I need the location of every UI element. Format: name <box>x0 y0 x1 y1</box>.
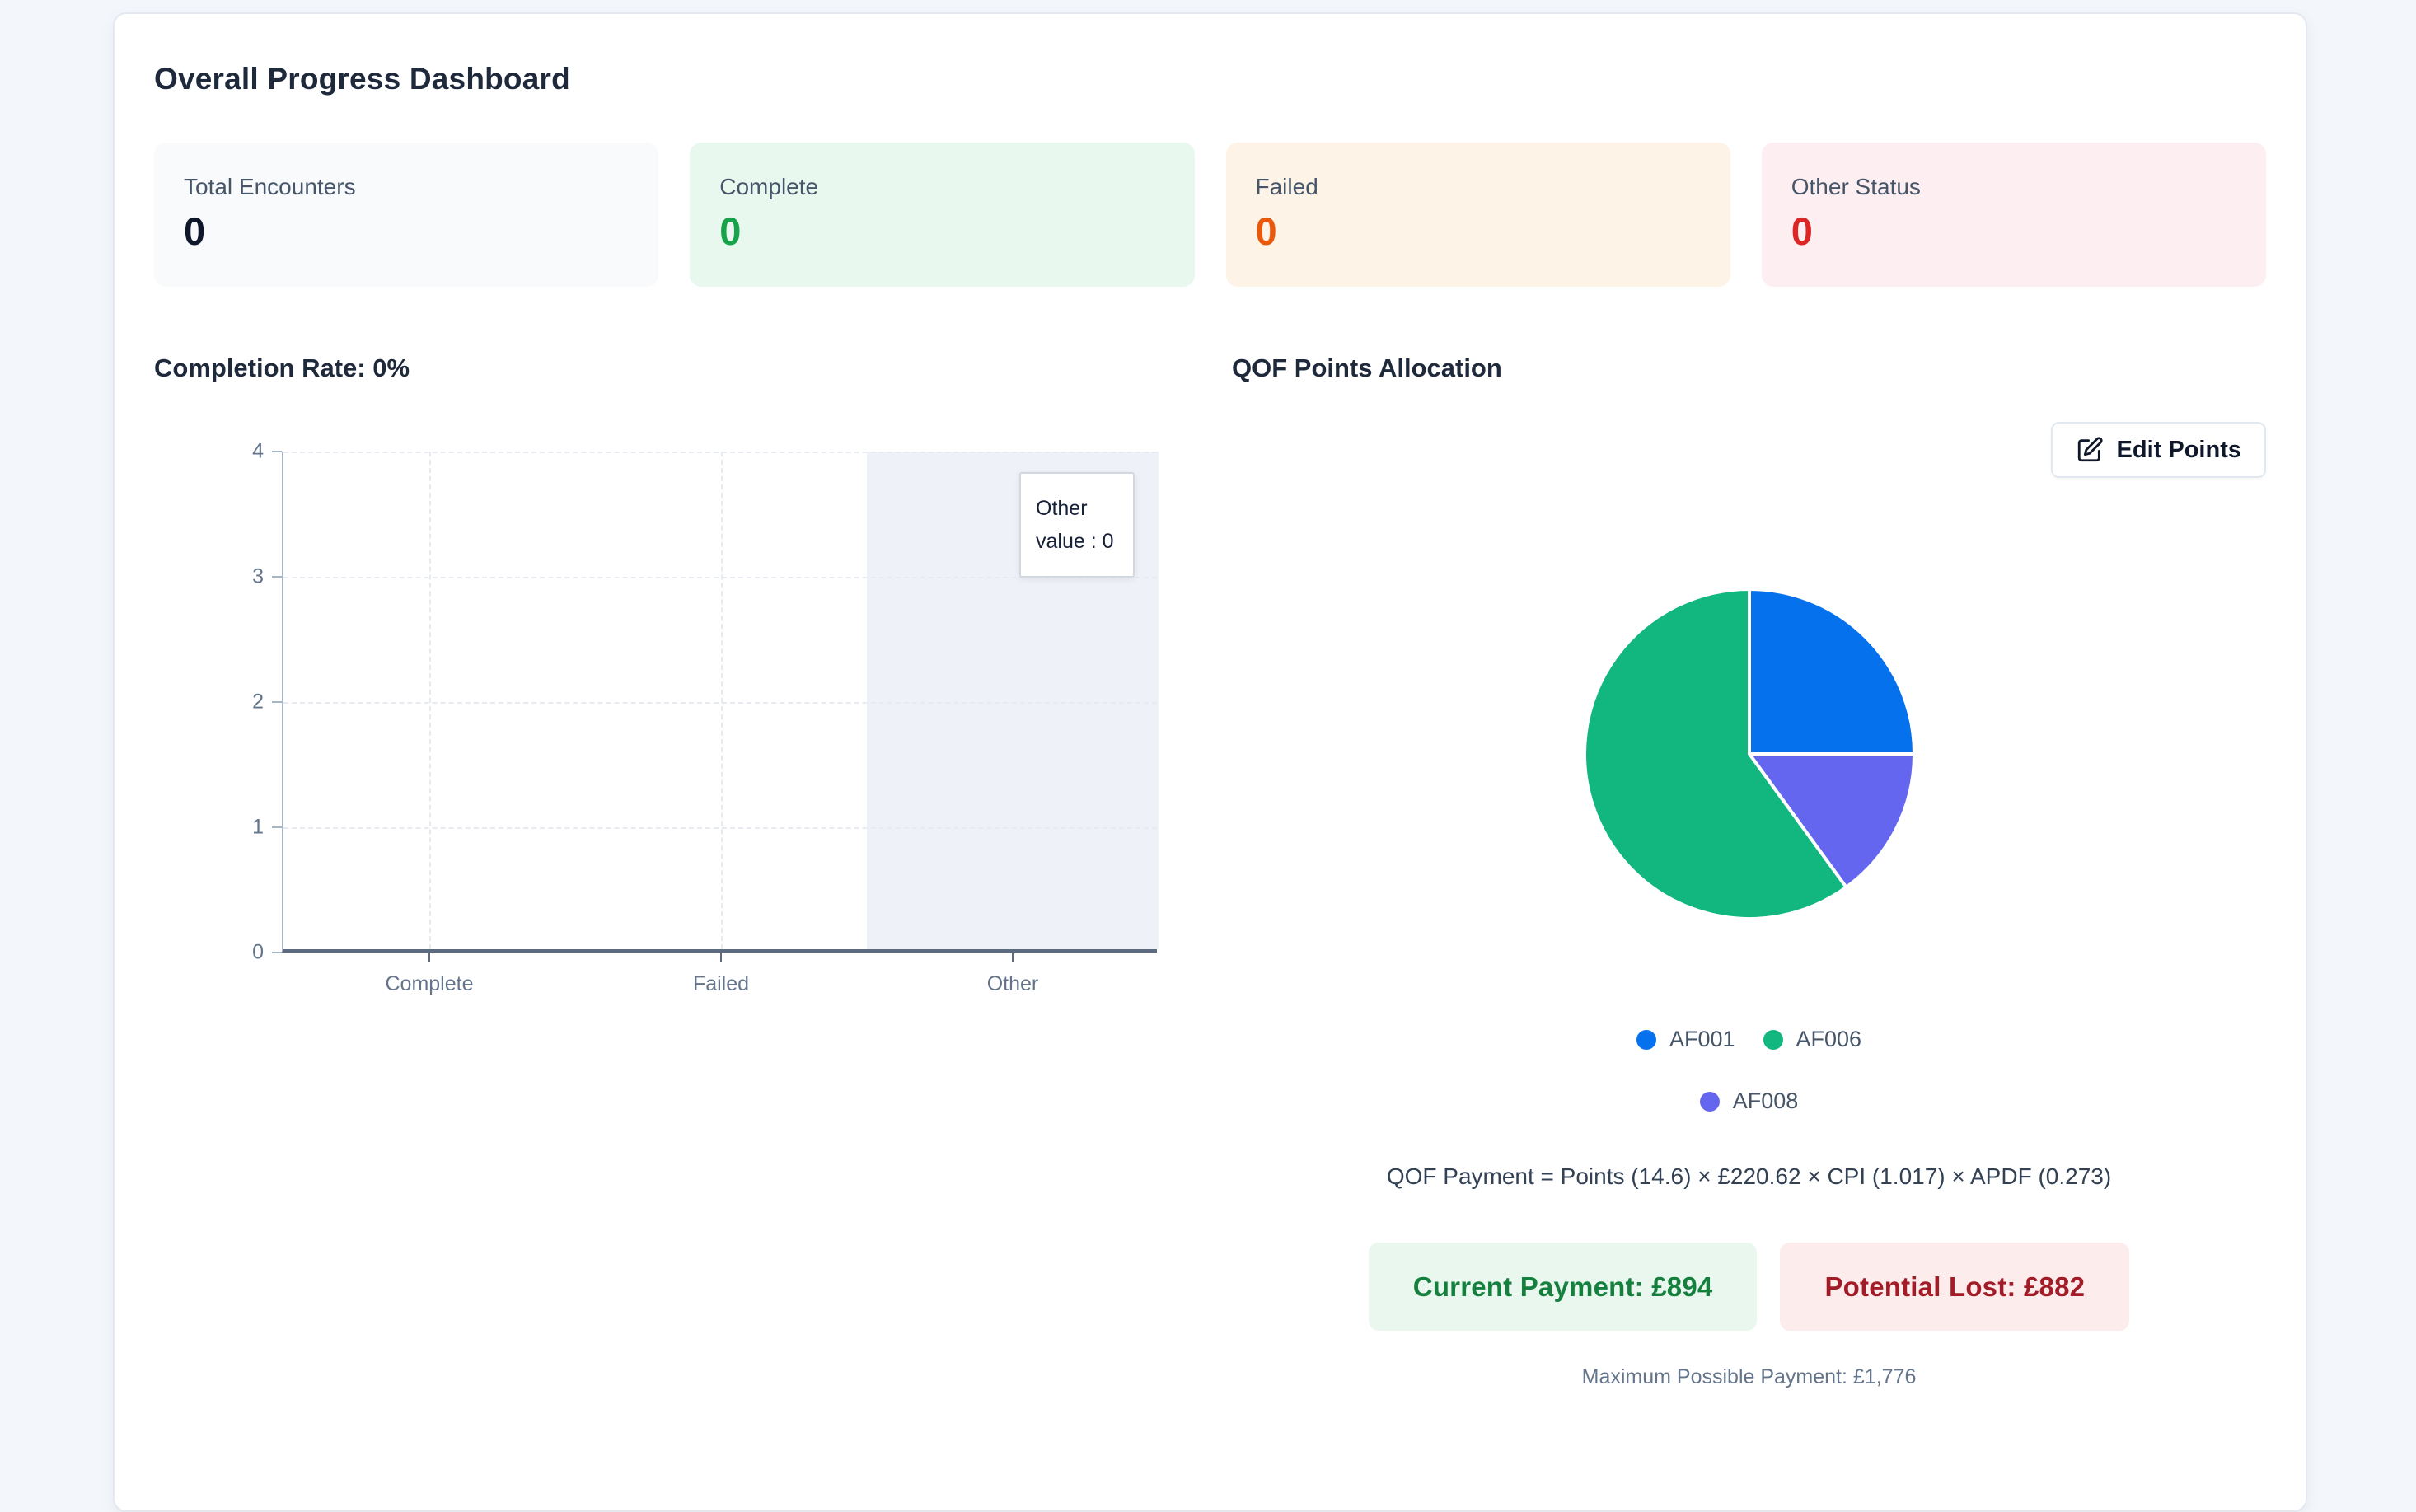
completion-bar-chart: 0 1 2 3 4 Complete Failed Other Other value : 0 <box>154 440 1195 1045</box>
legend-item-af001[interactable]: AF001 <box>1636 1027 1735 1052</box>
legend-label: AF001 <box>1669 1027 1735 1051</box>
y-tick-mark <box>272 826 282 828</box>
stat-label: Failed <box>1255 174 1318 199</box>
edit-points-button[interactable]: Edit Points <box>2050 422 2266 478</box>
dashboard-columns: Completion Rate: 0% 0 1 2 3 4 Complete Failed O… <box>154 351 2266 1389</box>
pie-legend: AF001 AF006 AF008 <box>1585 1027 1914 1114</box>
legend-label: AF008 <box>1732 1088 1799 1113</box>
legend-dot <box>1763 1029 1783 1050</box>
payment-row: Current Payment: £894 Potential Lost: £8… <box>1232 1243 2266 1331</box>
x-category-label-other: Other <box>986 972 1039 995</box>
edit-points-button-label: Edit Points <box>2116 436 2241 463</box>
y-tick-label: 1 <box>252 815 264 839</box>
pie-slice-af001[interactable] <box>1747 587 1916 756</box>
stats-row: Total Encounters 0 Complete 0 Failed 0 O… <box>154 143 2266 287</box>
y-tick-mark <box>272 952 282 953</box>
y-tick-mark <box>272 701 282 703</box>
qof-section: QOF Points Allocation Edit Points AF001 A… <box>1232 351 2266 1389</box>
x-tick-mark <box>1012 953 1014 962</box>
x-category-label-failed: Failed <box>692 972 750 995</box>
max-payment-text: Maximum Possible Payment: £1,776 <box>1581 1365 1917 1388</box>
completion-section: Completion Rate: 0% 0 1 2 3 4 Complete Failed O… <box>154 351 1195 1389</box>
legend-label: AF006 <box>1796 1027 1862 1051</box>
v-gridline <box>429 452 431 949</box>
stat-label: Total Encounters <box>184 174 356 199</box>
x-tick-mark <box>428 953 430 962</box>
stat-card-other-status: Other Status 0 <box>1761 143 2266 287</box>
chart-tooltip: Other value : 0 <box>1019 472 1135 578</box>
h-gridline <box>283 452 1157 453</box>
pie-chart-svg <box>1582 587 1916 920</box>
qof-heading: QOF Points Allocation <box>1232 353 1502 382</box>
stat-card-failed: Failed 0 <box>1225 143 1730 287</box>
legend-dot <box>1636 1029 1656 1050</box>
y-tick-mark <box>272 576 282 578</box>
current-payment-box: Current Payment: £894 <box>1368 1243 1758 1331</box>
y-tick-mark <box>272 451 282 452</box>
y-tick-label: 2 <box>252 690 264 714</box>
qof-pie-chart <box>1232 587 2266 921</box>
stat-label: Complete <box>719 174 819 199</box>
legend-dot <box>1699 1091 1720 1112</box>
x-category-label-complete: Complete <box>385 972 474 995</box>
qof-toolbar: Edit Points <box>1232 422 2266 478</box>
stat-value: 0 <box>1255 209 1277 253</box>
qof-formula: QOF Payment = Points (14.6) × £220.62 × … <box>1386 1163 2112 1189</box>
potential-lost-box: Potential Lost: £882 <box>1780 1243 2130 1331</box>
v-gridline <box>721 452 723 949</box>
stat-value: 0 <box>184 209 206 253</box>
legend-item-af008[interactable]: AF008 <box>1699 1088 1799 1114</box>
y-tick-label: 3 <box>252 564 264 588</box>
y-tick-label: 4 <box>252 439 264 463</box>
stat-value: 0 <box>1791 209 1813 253</box>
bar-chart-plot-area[interactable]: 0 1 2 3 4 Complete Failed Other Other value : 0 <box>252 440 1159 995</box>
stat-label: Other Status <box>1791 174 1921 199</box>
stat-value: 0 <box>719 209 742 253</box>
completion-heading: Completion Rate: 0% <box>154 353 410 382</box>
tooltip-title: Other <box>1036 497 1088 520</box>
h-gridline <box>283 827 1157 829</box>
legend-item-af006[interactable]: AF006 <box>1763 1027 1862 1052</box>
page-title: Overall Progress Dashboard <box>154 62 570 96</box>
x-tick-mark <box>720 953 722 962</box>
y-tick-label: 0 <box>252 940 264 964</box>
stat-card-complete: Complete 0 <box>690 143 1195 287</box>
dashboard-card: Overall Progress Dashboard Total Encount… <box>113 12 2307 1512</box>
stat-card-total-encounters: Total Encounters 0 <box>154 143 659 287</box>
edit-icon <box>2076 436 2104 464</box>
h-gridline <box>283 702 1157 704</box>
tooltip-value: value : 0 <box>1036 530 1114 553</box>
